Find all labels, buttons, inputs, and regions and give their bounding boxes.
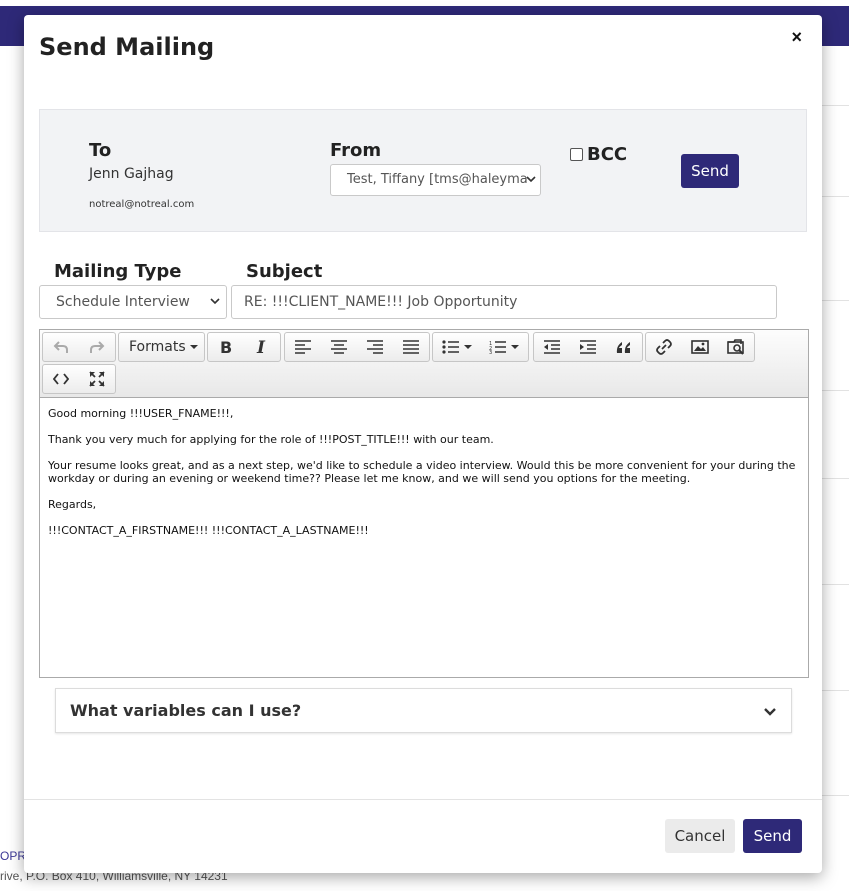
view-group <box>42 364 116 394</box>
redo-icon[interactable] <box>79 333 115 361</box>
cancel-button[interactable]: Cancel <box>665 819 735 853</box>
to-email: notreal@notreal.com <box>89 199 195 210</box>
background-divider <box>822 196 849 197</box>
send-mailing-modal: Send Mailing × To Jenn Gajhag notreal@no… <box>24 15 822 873</box>
background-footer-link[interactable]: OPR <box>0 849 26 863</box>
outdent-icon[interactable] <box>534 333 570 361</box>
svg-text:B: B <box>220 339 232 355</box>
background-divider <box>822 105 849 106</box>
background-divider <box>822 795 849 796</box>
indent-group <box>533 332 643 362</box>
editor-paragraph: Regards, <box>48 498 97 511</box>
mailing-type-label: Mailing Type <box>54 261 182 282</box>
svg-text:I: I <box>256 339 266 355</box>
variables-accordion[interactable]: What variables can I use? <box>55 688 792 733</box>
align-left-icon[interactable] <box>285 333 321 361</box>
indent-icon[interactable] <box>570 333 606 361</box>
from-select[interactable]: Test, Tiffany [tms@haleyma <box>330 164 541 196</box>
bcc-checkbox[interactable] <box>570 148 583 161</box>
mailing-type-select[interactable]: Schedule Interview <box>39 285 227 319</box>
accordion-label: What variables can I use? <box>70 701 302 720</box>
formats-group: Formats <box>118 332 205 362</box>
image-icon[interactable] <box>682 333 718 361</box>
caret-down-icon <box>463 345 472 349</box>
caret-down-icon <box>511 345 520 349</box>
close-icon[interactable]: × <box>785 27 808 47</box>
chevron-down-icon <box>210 286 220 331</box>
text-style-group: B I <box>207 332 281 362</box>
history-group <box>42 332 116 362</box>
editor-toolbar: Formats B I 1 2 3 <box>40 330 808 398</box>
background-divider <box>822 478 849 479</box>
undo-icon[interactable] <box>43 333 79 361</box>
to-label: To <box>89 140 112 161</box>
recipient-panel: To Jenn Gajhag notreal@notreal.com From … <box>39 109 807 232</box>
alignment-group <box>284 332 430 362</box>
subject-label: Subject <box>246 261 323 282</box>
editor-content[interactable]: Good morning !!!USER_FNAME!!!, Thank you… <box>40 399 808 677</box>
align-center-icon[interactable] <box>321 333 357 361</box>
list-group: 123 <box>432 332 529 362</box>
blockquote-icon[interactable] <box>606 333 642 361</box>
from-label: From <box>330 140 382 161</box>
subject-input[interactable]: RE: !!!CLIENT_NAME!!! Job Opportunity <box>231 285 777 319</box>
editor-paragraph: Thank you very much for applying for the… <box>48 433 494 446</box>
italic-icon[interactable]: I <box>244 333 280 361</box>
background-divider <box>822 690 849 691</box>
bcc-option[interactable]: BCC <box>570 144 627 165</box>
background-divider <box>822 584 849 585</box>
link-icon[interactable] <box>646 333 682 361</box>
background-divider <box>822 300 849 301</box>
editor-paragraph: !!!CONTACT_A_FIRSTNAME!!! !!!CONTACT_A_L… <box>48 524 369 537</box>
background-divider <box>822 390 849 391</box>
media-preview-icon[interactable] <box>718 333 754 361</box>
align-right-icon[interactable] <box>357 333 393 361</box>
bcc-label: BCC <box>587 144 628 165</box>
chevron-down-icon <box>526 165 536 195</box>
insert-group <box>645 332 755 362</box>
send-button[interactable]: Send <box>681 154 739 188</box>
formats-dropdown[interactable]: Formats <box>119 339 208 355</box>
footer-send-button[interactable]: Send <box>743 819 802 853</box>
chevron-down-icon <box>763 703 777 722</box>
source-code-icon[interactable] <box>43 365 79 393</box>
fullscreen-icon[interactable] <box>79 365 115 393</box>
caret-down-icon <box>189 345 198 349</box>
align-justify-icon[interactable] <box>393 333 429 361</box>
editor-paragraph: Your resume looks great, and as a next s… <box>48 459 796 485</box>
bullet-list-icon[interactable] <box>433 333 481 361</box>
mailing-type-value: Schedule Interview <box>56 294 190 310</box>
to-name: Jenn Gajhag <box>89 166 174 182</box>
formats-label: Formats <box>129 339 186 355</box>
footer-divider <box>24 799 822 800</box>
editor-paragraph: Good morning !!!USER_FNAME!!!, <box>48 407 234 420</box>
svg-text:3: 3 <box>489 350 492 354</box>
bold-icon[interactable]: B <box>208 333 244 361</box>
numbered-list-icon[interactable]: 123 <box>481 333 529 361</box>
modal-title: Send Mailing <box>39 33 215 61</box>
from-select-value: Test, Tiffany [tms@haleyma <box>347 172 528 187</box>
rich-text-editor: Formats B I 1 2 3 Good morning !!!USER_F… <box>39 329 809 678</box>
